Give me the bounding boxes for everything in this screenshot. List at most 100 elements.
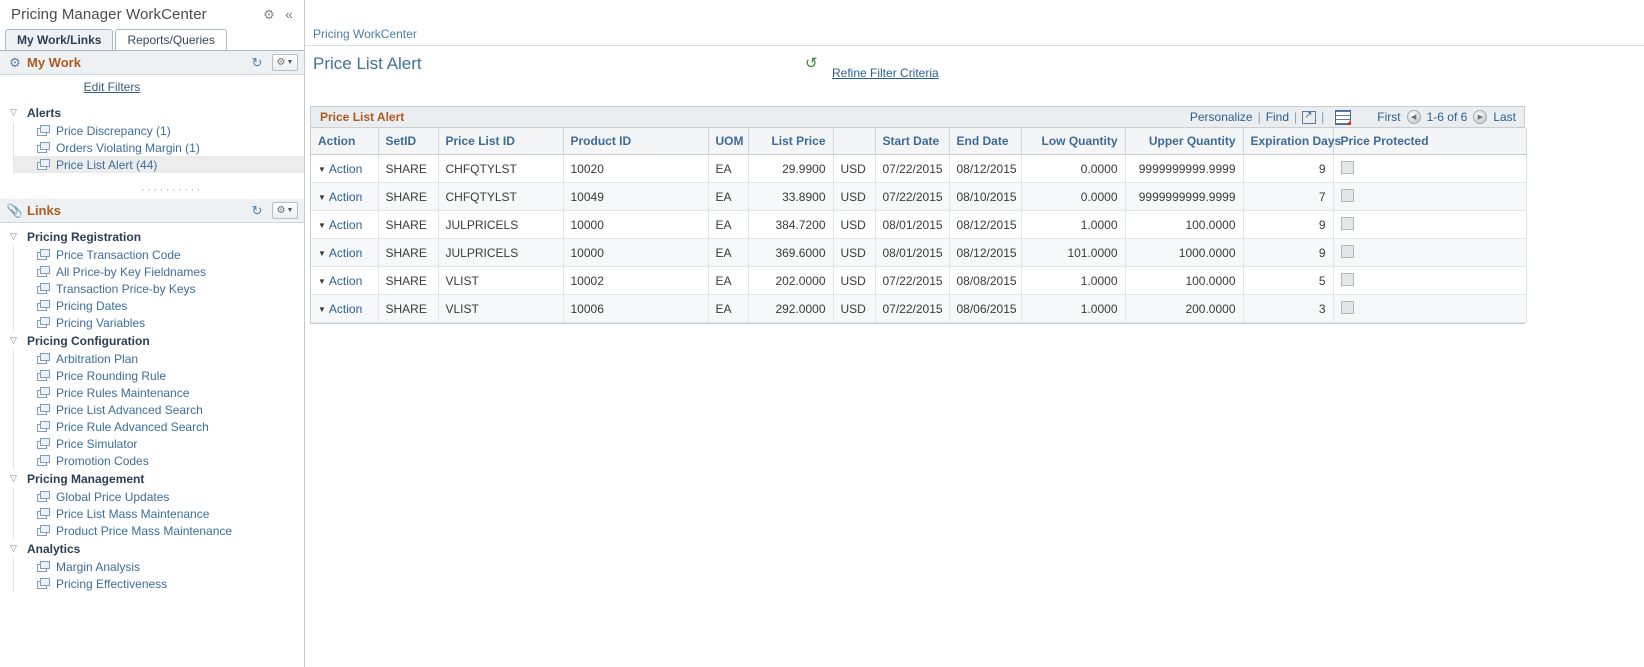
list-item[interactable]: Price Rules Maintenance [14,384,304,401]
list-item[interactable]: Price Transaction Code [14,246,304,263]
list-item[interactable]: Pricing Dates [14,297,304,314]
breadcrumb[interactable]: Pricing WorkCenter [305,0,1644,46]
my-work-options-button[interactable]: ⚙ ▼ [272,54,298,71]
chevron-down-icon[interactable]: ▽ [6,105,21,120]
cell-price-protected[interactable] [1333,182,1527,211]
sidebar-link[interactable]: Pricing Variables [56,316,145,330]
list-item[interactable]: Arbitration Plan [14,350,304,367]
list-item[interactable]: All Price-by Key Fieldnames [14,263,304,280]
col-price-list-id[interactable]: Price List ID [438,128,564,155]
list-item[interactable]: Product Price Mass Maintenance [14,522,304,539]
list-item[interactable]: Price Rule Advanced Search [14,418,304,435]
list-item[interactable]: Price Rounding Rule [14,367,304,384]
sidebar-link[interactable]: Price Rule Advanced Search [56,420,209,434]
link-group[interactable]: ▽ Analytics [0,539,304,558]
chevron-down-icon[interactable]: ▽ [6,541,21,556]
list-item-selected[interactable]: Price List Alert (44) [14,156,304,173]
sidebar-link[interactable]: Price List Mass Maintenance [56,507,209,521]
row-action-link[interactable]: Action [329,246,362,260]
gear-icon[interactable]: ⚙ [260,5,278,23]
sidebar-link[interactable]: Price List Advanced Search [56,403,203,417]
row-action-link[interactable]: Action [329,302,362,316]
col-end-date[interactable]: End Date [949,128,1022,155]
link-group[interactable]: ▽ Pricing Management [0,469,304,488]
sidebar-link[interactable]: Pricing Dates [56,299,127,313]
chevron-down-icon[interactable]: ▼ [318,221,326,230]
cell-action[interactable]: ▼ Action [311,182,379,211]
link-price-discrepancy[interactable]: Price Discrepancy (1) [56,124,171,138]
list-item[interactable]: Orders Violating Margin (1) [14,139,304,156]
sidebar-link[interactable]: Price Transaction Code [56,248,181,262]
sidebar-link[interactable]: Global Price Updates [56,490,169,504]
list-item[interactable]: Pricing Effectiveness [14,575,304,592]
list-item[interactable]: Pricing Variables [14,314,304,331]
chevron-down-icon[interactable]: ▽ [6,471,21,486]
sidebar-link[interactable]: Arbitration Plan [56,352,138,366]
col-uom[interactable]: UOM [708,128,749,155]
chevron-down-icon[interactable]: ▼ [318,305,326,314]
list-item[interactable]: Price List Mass Maintenance [14,505,304,522]
col-expiration-days[interactable]: Expiration Days [1243,128,1341,155]
sidebar-link[interactable]: Price Simulator [56,437,137,451]
cell-action[interactable]: ▼ Action [311,266,379,295]
tab-my-work-links[interactable]: My Work/Links [5,29,114,50]
sidebar-link[interactable]: Promotion Codes [56,454,149,468]
row-action-link[interactable]: Action [329,162,362,176]
col-product-id[interactable]: Product ID [563,128,709,155]
link-price-list-alert[interactable]: Price List Alert (44) [56,158,157,172]
sidebar-link[interactable]: Transaction Price-by Keys [56,282,196,296]
price-protected-checkbox[interactable] [1340,160,1354,174]
download-grid-icon[interactable] [1335,109,1352,125]
sidebar-link[interactable]: Margin Analysis [56,560,140,574]
row-action-link[interactable]: Action [329,274,362,288]
view-all-icon[interactable] [1302,109,1317,124]
col-action[interactable]: Action [311,128,379,155]
cell-price-protected[interactable] [1333,238,1527,267]
chevron-down-icon[interactable]: ▼ [318,277,326,286]
link-group[interactable]: ▽ Pricing Registration [0,227,304,246]
list-item[interactable]: Price Simulator [14,435,304,452]
find-link[interactable]: Find [1266,110,1289,124]
cell-action[interactable]: ▼ Action [311,210,379,239]
tab-reports-queries[interactable]: Reports/Queries [115,29,227,50]
chevron-down-icon[interactable]: ▼ [318,193,326,202]
list-item[interactable]: Global Price Updates [14,488,304,505]
panel-resize-handle[interactable]: ·········· [0,185,304,199]
list-item[interactable]: Transaction Price-by Keys [14,280,304,297]
link-group[interactable]: ▽ Pricing Configuration [0,331,304,350]
link-orders-violating-margin[interactable]: Orders Violating Margin (1) [56,141,200,155]
price-protected-checkbox[interactable] [1340,244,1354,258]
col-low-quantity[interactable]: Low Quantity [1021,128,1126,155]
sidebar-link[interactable]: All Price-by Key Fieldnames [56,265,206,279]
next-page-icon[interactable]: ▶ [1473,110,1488,124]
refresh-green-icon[interactable]: ↺ [805,56,818,71]
first-page-link[interactable]: First [1377,110,1400,124]
cell-action[interactable]: ▼ Action [311,154,379,183]
col-start-date[interactable]: Start Date [875,128,950,155]
sidebar-link[interactable]: Product Price Mass Maintenance [56,524,232,538]
links-options-button[interactable]: ⚙ ▼ [272,202,298,219]
cell-price-protected[interactable] [1333,210,1527,239]
personalize-link[interactable]: Personalize [1190,110,1253,124]
last-page-link[interactable]: Last [1493,110,1516,124]
chevron-down-icon[interactable]: ▽ [6,333,21,348]
refresh-icon[interactable]: ↻ [248,202,266,220]
price-protected-checkbox[interactable] [1340,216,1354,230]
chevron-down-icon[interactable]: ▼ [318,165,326,174]
chevron-down-icon[interactable]: ▼ [318,249,326,258]
refresh-icon[interactable]: ↻ [248,54,266,72]
chevron-down-icon[interactable]: ▽ [6,229,21,244]
price-protected-checkbox[interactable] [1340,272,1354,286]
sidebar-link[interactable]: Price Rounding Rule [56,369,166,383]
list-item[interactable]: Price Discrepancy (1) [14,122,304,139]
cell-action[interactable]: ▼ Action [311,294,379,323]
collapse-icon[interactable]: « [278,5,296,23]
cell-action[interactable]: ▼ Action [311,238,379,267]
cell-price-protected[interactable] [1333,294,1527,323]
col-list-price[interactable]: List Price [748,128,834,155]
row-action-link[interactable]: Action [329,218,362,232]
edit-filters-link[interactable]: Edit Filters [84,80,141,94]
sidebar-link[interactable]: Pricing Effectiveness [56,577,167,591]
list-item[interactable]: Margin Analysis [14,558,304,575]
group-alerts[interactable]: ▽ Alerts [0,103,304,122]
